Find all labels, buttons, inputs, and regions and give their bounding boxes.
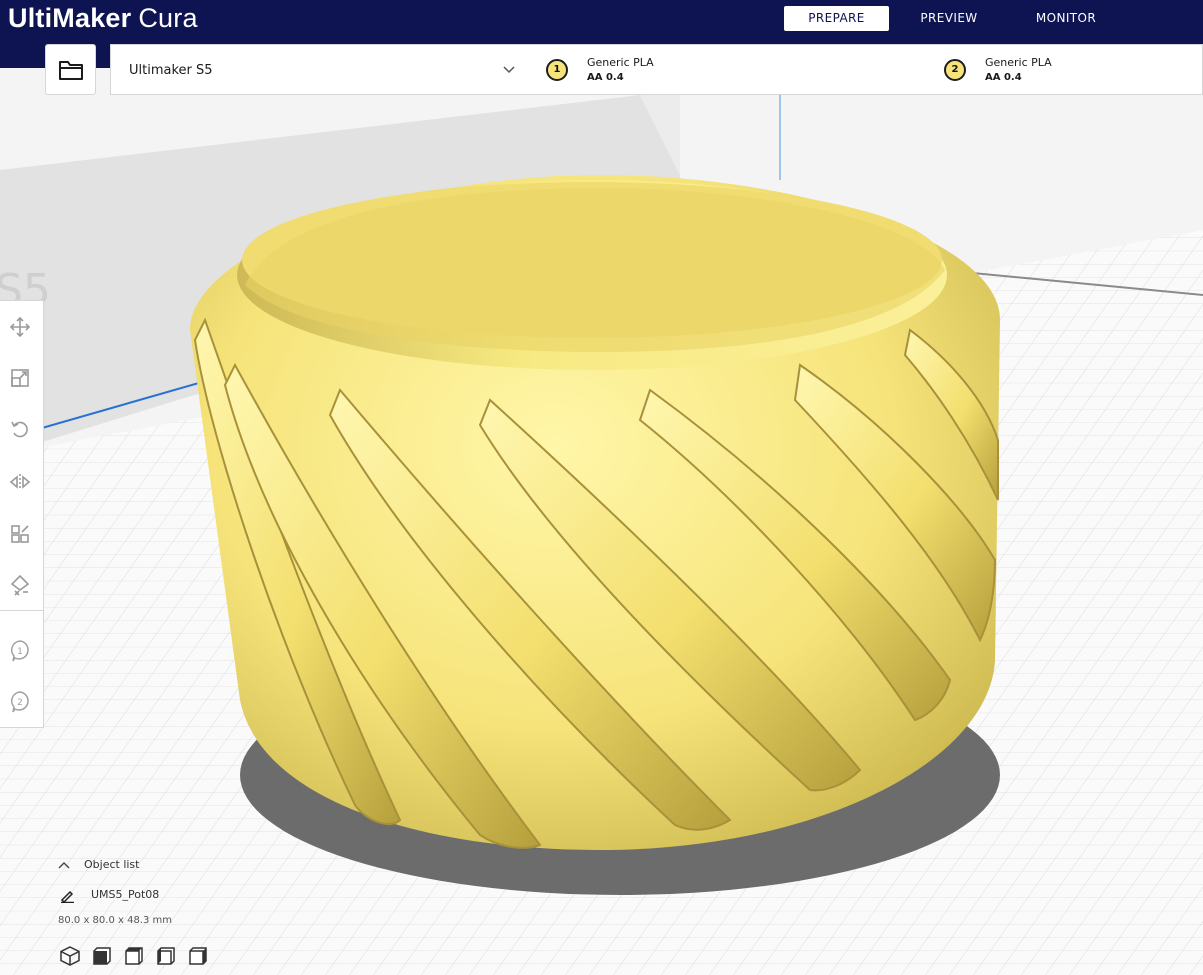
printer-name: Ultimaker S5 [129,63,213,78]
mirror-tool-button[interactable] [6,468,34,496]
tab-monitor[interactable]: MONITOR [1016,6,1116,31]
extruder-2-icon: 2 [10,691,29,713]
top-view-icon [125,947,143,965]
left-view-button[interactable] [154,944,178,968]
mirror-icon [9,474,31,490]
front-view-button[interactable] [90,944,114,968]
extruder-1-tool-button[interactable]: 1 [6,637,34,665]
extruder-1[interactable]: 1 Generic PLA AA 0.4 [529,45,927,96]
svg-text:2: 2 [17,698,23,708]
toolbar-divider [0,610,43,611]
tool-panel: 1 2 [0,300,44,728]
3d-view-button[interactable] [58,944,82,968]
left-view-icon [157,947,175,965]
3d-viewport[interactable]: S5 [0,68,1203,975]
extruder-1-badge: 1 [546,59,568,81]
move-icon [9,316,31,338]
printer-selector[interactable]: Ultimaker S5 [110,44,530,95]
right-view-icon [189,947,207,965]
extruder-configuration[interactable]: 1 Generic PLA AA 0.4 2 Generic PLA AA 0.… [529,44,1203,95]
edit-pencil-icon [60,890,74,903]
extruder-2-badge: 2 [944,59,966,81]
extruder-1-core: AA 0.4 [587,72,624,83]
3d-view-icon [60,946,80,966]
extruder-2[interactable]: 2 Generic PLA AA 0.4 [927,45,1203,96]
move-tool-button[interactable] [6,313,34,341]
tab-prepare[interactable]: PREPARE [784,6,889,31]
scale-tool-button[interactable] [6,364,34,392]
object-list-header: Object list [84,858,140,871]
rotate-icon [11,421,28,438]
object-name: UMS5_Pot08 [91,888,160,901]
build-volume-scene: S5 [0,68,1203,975]
extruder-2-core: AA 0.4 [985,72,1022,83]
top-view-button[interactable] [122,944,146,968]
scale-icon [11,369,29,387]
extruder-1-icon: 1 [10,640,29,662]
support-blocker-icon [10,574,30,596]
app-logo: UltiMaker Cura [8,3,198,33]
extruder-2-material: Generic PLA [985,56,1052,69]
front-view-icon [93,947,111,965]
chevron-up-icon [58,862,70,869]
rotate-tool-button[interactable] [6,415,34,443]
support-blocker-button[interactable] [6,571,34,599]
tab-preview[interactable]: PREVIEW [900,6,998,31]
extruder-1-material: Generic PLA [587,56,654,69]
chevron-down-icon [503,66,515,74]
folder-icon [58,60,83,80]
per-model-settings-button[interactable] [6,520,34,548]
right-view-button[interactable] [186,944,210,968]
svg-text:1: 1 [17,647,23,657]
object-dimensions: 80.0 x 80.0 x 48.3 mm [58,915,173,926]
per-model-settings-icon [11,525,29,543]
extruder-2-tool-button[interactable]: 2 [6,688,34,716]
open-file-button[interactable] [45,44,96,95]
